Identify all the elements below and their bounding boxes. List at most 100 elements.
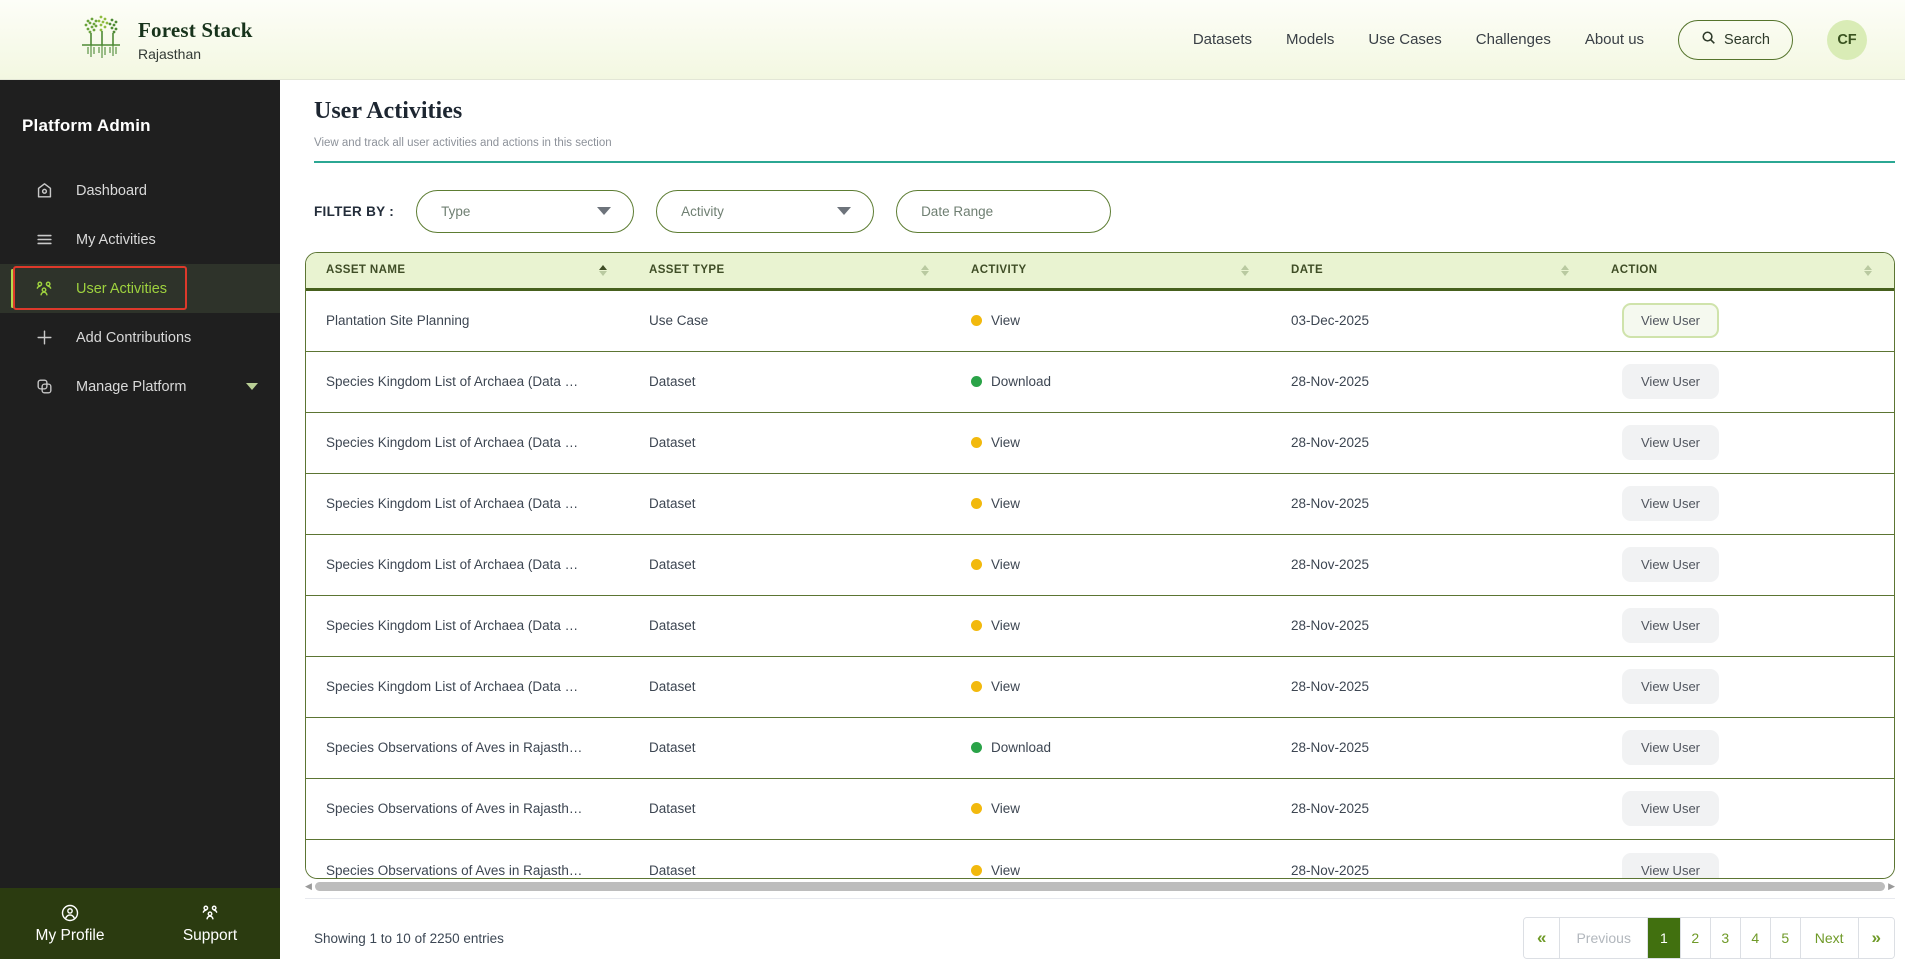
cell-asset-type: Dataset bbox=[649, 557, 696, 573]
activity-label: Download bbox=[991, 374, 1052, 390]
column-header-asset-type[interactable]: ASSET TYPE bbox=[629, 253, 951, 288]
view-user-button[interactable]: View User bbox=[1622, 547, 1720, 583]
activity-status-dot bbox=[971, 437, 982, 449]
sidebar-item-label: User Activities bbox=[76, 280, 168, 297]
column-header-action[interactable]: ACTION bbox=[1591, 253, 1894, 288]
pagination-Previous[interactable]: Previous bbox=[1559, 918, 1647, 959]
filter-activity-dropdown[interactable]: Activity bbox=[656, 189, 875, 233]
pagination-page-2[interactable]: 2 bbox=[1679, 918, 1710, 959]
view-user-button[interactable]: View User bbox=[1622, 791, 1720, 827]
cell-date: 28-Nov-2025 bbox=[1291, 862, 1370, 878]
horizontal-scrollbar[interactable]: ◀ ▶ bbox=[305, 881, 1895, 892]
plus-icon bbox=[34, 328, 54, 348]
activity-label: View bbox=[991, 557, 1021, 573]
sidebar-footer-support[interactable]: Support bbox=[140, 888, 280, 959]
table-body: Plantation Site Planning Use Case View 0… bbox=[306, 290, 1894, 879]
view-user-button[interactable]: View User bbox=[1622, 486, 1720, 522]
activity-status-dot bbox=[971, 498, 982, 510]
activity-status-dot bbox=[971, 559, 982, 571]
column-header-date[interactable]: DATE bbox=[1271, 253, 1591, 288]
filter-date-range-value: Date Range bbox=[921, 203, 994, 219]
sidebar-item-dashboard[interactable]: Dashboard bbox=[0, 166, 280, 215]
cell-date: 28-Nov-2025 bbox=[1291, 557, 1370, 573]
sidebar-item-label: Add Contributions bbox=[76, 329, 192, 346]
filter-type-dropdown[interactable]: Type bbox=[416, 189, 635, 233]
view-user-button[interactable]: View User bbox=[1622, 364, 1720, 400]
cell-asset-name: Species Kingdom List of Archaea (Data … bbox=[326, 557, 579, 573]
sidebar-footer-label: My Profile bbox=[35, 926, 105, 944]
sidebar-title: Platform Admin bbox=[22, 116, 151, 135]
cell-asset-type: Dataset bbox=[649, 374, 696, 390]
table-footer: Showing 1 to 10 of 2250 entries «Previou… bbox=[305, 898, 1895, 959]
sidebar-item-add-contributions[interactable]: Add Contributions bbox=[0, 313, 280, 362]
cell-asset-name: Plantation Site Planning bbox=[326, 313, 470, 329]
sidebar-item-user-activities[interactable]: User Activities bbox=[0, 264, 280, 313]
avatar[interactable]: CF bbox=[1827, 19, 1867, 60]
view-user-button[interactable]: View User bbox=[1622, 425, 1720, 461]
activity-label: View bbox=[991, 313, 1021, 329]
table-row: Species Observations of Aves in Rajasth…… bbox=[306, 778, 1894, 840]
nav-models[interactable]: Models bbox=[1286, 31, 1334, 48]
table-row: Species Kingdom List of Archaea (Data … … bbox=[306, 412, 1894, 474]
nav-about-us[interactable]: About us bbox=[1585, 31, 1644, 48]
home-icon bbox=[34, 181, 54, 201]
sidebar-footer-my-profile[interactable]: My Profile bbox=[0, 888, 140, 959]
sidebar-item-manage-platform[interactable]: Manage Platform bbox=[0, 362, 280, 411]
filter-date-range-input[interactable]: Date Range bbox=[896, 189, 1112, 233]
cell-asset-type: Dataset bbox=[649, 740, 696, 756]
cell-date: 28-Nov-2025 bbox=[1291, 679, 1370, 695]
nav-challenges[interactable]: Challenges bbox=[1476, 31, 1551, 48]
filter-type-value: Type bbox=[441, 203, 471, 219]
scroll-left-icon[interactable]: ◀ bbox=[305, 882, 312, 891]
brand-region: Rajasthan bbox=[138, 45, 202, 62]
nav-use-cases[interactable]: Use Cases bbox=[1368, 31, 1441, 48]
brand[interactable]: Forest Stack Rajasthan bbox=[78, 11, 253, 68]
cell-asset-name: Species Kingdom List of Archaea (Data … bbox=[326, 435, 579, 451]
pagination-first[interactable]: « bbox=[1524, 918, 1560, 959]
sidebar-item-label: Manage Platform bbox=[76, 378, 187, 395]
users-icon bbox=[34, 279, 54, 299]
chevron-down-icon bbox=[837, 207, 852, 216]
activity-label: View bbox=[991, 618, 1021, 634]
sidebar-item-my-activities[interactable]: My Activities bbox=[0, 215, 280, 264]
nav-datasets[interactable]: Datasets bbox=[1193, 31, 1252, 48]
sidebar-footer-label: Support bbox=[182, 926, 238, 944]
column-header-asset-name[interactable]: ASSET NAME bbox=[306, 253, 629, 288]
view-user-button[interactable]: View User bbox=[1622, 669, 1720, 705]
cell-asset-type: Dataset bbox=[649, 496, 696, 512]
pagination-last[interactable]: » bbox=[1857, 918, 1894, 959]
pagination-page-3[interactable]: 3 bbox=[1709, 918, 1740, 959]
search-button[interactable]: Search bbox=[1678, 19, 1793, 60]
chevron-down-icon bbox=[246, 383, 259, 390]
column-header-activity[interactable]: ACTIVITY bbox=[951, 253, 1271, 288]
forest-stack-logo-icon bbox=[78, 11, 124, 68]
cell-asset-name: Species Kingdom List of Archaea (Data … bbox=[326, 679, 579, 695]
filter-bar: FILTER BY : Type Activity Date Range bbox=[314, 189, 1895, 233]
scroll-right-icon[interactable]: ▶ bbox=[1888, 882, 1895, 891]
activity-status-dot bbox=[971, 376, 982, 388]
pagination-page-5[interactable]: 5 bbox=[1769, 918, 1800, 959]
filter-by-label: FILTER BY : bbox=[314, 203, 395, 219]
view-user-button[interactable]: View User bbox=[1622, 852, 1720, 879]
activity-status-dot bbox=[971, 681, 982, 693]
activity-status-dot bbox=[971, 620, 982, 632]
profile-icon bbox=[60, 903, 80, 923]
cell-date: 28-Nov-2025 bbox=[1291, 618, 1370, 634]
layers-icon bbox=[34, 377, 54, 397]
view-user-button[interactable]: View User bbox=[1622, 608, 1720, 644]
pagination-page-4[interactable]: 4 bbox=[1739, 918, 1770, 959]
pagination: «Previous 1 2 3 4 5 Next» bbox=[1523, 917, 1895, 959]
pagination-page-1[interactable]: 1 bbox=[1646, 918, 1680, 959]
cell-date: 28-Nov-2025 bbox=[1291, 496, 1370, 512]
cell-activity: View bbox=[951, 618, 1271, 633]
pagination-Next[interactable]: Next bbox=[1799, 918, 1858, 959]
cell-date: 28-Nov-2025 bbox=[1291, 740, 1370, 756]
sidebar-footer: My Profile Support bbox=[0, 888, 280, 959]
view-user-button[interactable]: View User bbox=[1622, 303, 1720, 339]
sidebar-item-label: My Activities bbox=[76, 231, 156, 248]
scrollbar-thumb[interactable] bbox=[314, 882, 1886, 892]
view-user-button[interactable]: View User bbox=[1622, 730, 1720, 766]
cell-asset-name: Species Observations of Aves in Rajasth… bbox=[326, 801, 583, 817]
app: Forest Stack Rajasthan Datasets Models U… bbox=[0, 0, 1905, 959]
table-row: Species Kingdom List of Archaea (Data … … bbox=[306, 595, 1894, 657]
